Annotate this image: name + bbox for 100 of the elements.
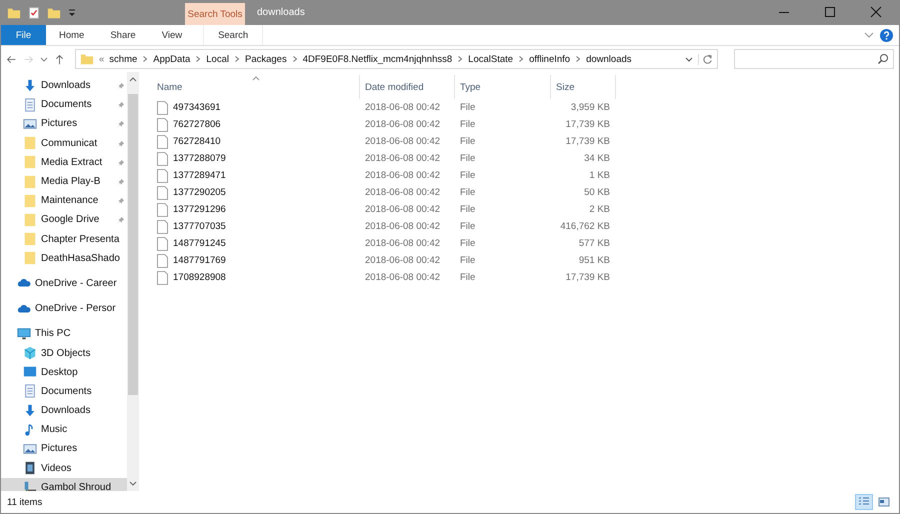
sidebar-item[interactable]: Videos — [1, 458, 127, 478]
pin-icon[interactable] — [118, 101, 125, 108]
table-cell-text: File — [459, 170, 476, 181]
chevron-down-icon[interactable] — [685, 55, 693, 63]
chevron-right-icon[interactable] — [234, 55, 240, 63]
file-icon — [157, 202, 168, 216]
sidebar-item[interactable]: Google Drive — [1, 210, 127, 230]
breadcrumb[interactable]: AppData — [153, 54, 190, 64]
overflow-chevron[interactable]: « — [99, 54, 104, 64]
address-bar[interactable]: « schme AppData Local Packages 4DF9E0F8.Netflix_mcm4njqhnhss8 LocalState offlineInfo downloads — [75, 49, 718, 69]
sidebar-item[interactable]: Maintenance — [1, 191, 127, 210]
chevron-right-icon[interactable] — [292, 55, 298, 63]
back-arrow-icon[interactable] — [6, 54, 17, 64]
refresh-icon[interactable] — [698, 54, 713, 64]
folder-icon[interactable] — [47, 6, 61, 20]
pin-icon[interactable] — [118, 158, 125, 166]
chevron-right-icon[interactable] — [142, 55, 148, 63]
sidebar-item[interactable]: Downloads — [1, 76, 127, 96]
sidebar-item[interactable]: Gambol Shroud — [1, 478, 127, 491]
cube-icon — [23, 346, 37, 360]
file-name[interactable]: 1377289471 — [173, 170, 226, 181]
file-icon — [157, 152, 168, 166]
table-cell-text: File — [459, 221, 476, 232]
sidebar-item[interactable]: Pictures — [1, 439, 127, 459]
help-icon[interactable] — [880, 28, 893, 42]
up-arrow-icon[interactable] — [54, 54, 65, 64]
file-name[interactable]: 762728410 — [173, 136, 221, 147]
scrollbar[interactable] — [127, 72, 139, 491]
table-cell-text: 34 KB — [583, 153, 611, 164]
chevron-right-icon[interactable] — [457, 55, 464, 63]
file-name[interactable]: 497343691 — [173, 102, 221, 113]
file-name[interactable]: 1377291296 — [173, 204, 226, 215]
pin-icon[interactable] — [118, 120, 125, 128]
breadcrumb[interactable]: downloads — [586, 54, 632, 64]
file-name[interactable]: 1377288079 — [173, 153, 226, 164]
breadcrumb[interactable]: schme — [109, 54, 138, 64]
download-arrow-icon — [23, 404, 37, 418]
search-field[interactable] — [734, 49, 894, 69]
file-name[interactable]: 762727806 — [173, 119, 221, 130]
column-header[interactable]: Name — [139, 75, 360, 99]
table-cell-text: 3,959 KB — [570, 102, 611, 113]
ribbon-tab[interactable]: File — [1, 25, 46, 45]
file-name[interactable]: 1377707035 — [173, 221, 226, 232]
pin-icon[interactable] — [118, 197, 125, 204]
sidebar-item[interactable]: Chapter Presenta — [1, 230, 127, 249]
sidebar-item[interactable]: This PC — [1, 324, 127, 344]
properties-icon[interactable] — [27, 6, 41, 20]
folder-icon[interactable] — [7, 6, 21, 20]
scroll-up-icon[interactable] — [129, 76, 137, 84]
table-cell-text: 577 KB — [578, 238, 611, 249]
file-icon — [157, 186, 168, 200]
pin-icon[interactable] — [118, 82, 125, 90]
column-header[interactable]: Type — [455, 75, 551, 99]
table-cell-text: 416,762 KB — [559, 221, 611, 232]
sidebar-item[interactable]: OneDrive - Persor — [1, 299, 127, 318]
scroll-down-icon[interactable] — [129, 479, 137, 487]
details-view-button[interactable] — [855, 494, 873, 510]
sidebar-item[interactable]: Music — [1, 420, 127, 440]
pin-icon[interactable] — [118, 178, 125, 186]
file-name[interactable]: 1708928908 — [173, 272, 226, 283]
sidebar-item[interactable]: Media Play-B — [1, 172, 127, 192]
sidebar-item[interactable]: Documents — [1, 95, 127, 114]
file-name[interactable]: 1377290205 — [173, 187, 226, 198]
sidebar-item[interactable]: Documents — [1, 382, 127, 401]
breadcrumb[interactable]: LocalState — [468, 54, 514, 64]
context-tab-header: Search Tools — [185, 3, 245, 25]
pin-icon[interactable] — [118, 140, 125, 147]
file-name[interactable]: 1487791245 — [173, 238, 226, 249]
monitor-icon — [17, 326, 31, 341]
sidebar-item[interactable]: Communicat — [1, 134, 127, 153]
table-cell-text: 951 KB — [578, 255, 611, 266]
chevron-right-icon[interactable] — [575, 55, 582, 63]
ribbon-tab[interactable]: Search — [203, 25, 264, 45]
column-header[interactable]: Size — [551, 75, 616, 99]
sidebar-item[interactable]: Desktop — [1, 362, 127, 382]
sidebar-item[interactable]: OneDrive - Career — [1, 274, 127, 294]
window-title: downloads — [256, 6, 306, 20]
chevron-down-icon[interactable] — [40, 55, 48, 63]
film-icon — [23, 461, 37, 476]
folder-icon — [23, 212, 37, 227]
breadcrumb[interactable]: Packages — [244, 54, 287, 64]
sidebar-item[interactable]: Media Extract — [1, 152, 127, 172]
breadcrumb[interactable]: 4DF9E0F8.Netflix_mcm4njqhnhss8 — [302, 54, 452, 64]
chevron-right-icon[interactable] — [518, 55, 524, 63]
pin-icon[interactable] — [118, 216, 125, 224]
network-drive-icon — [23, 480, 37, 491]
sidebar-item[interactable]: Downloads — [1, 401, 127, 420]
file-icon — [157, 168, 168, 182]
folder-icon — [23, 232, 37, 246]
table-cell-text: File — [459, 102, 476, 113]
dropdown-icon[interactable] — [67, 8, 77, 18]
sidebar-item[interactable]: Pictures — [1, 114, 127, 134]
sidebar-item[interactable]: DeathHasaShado — [1, 248, 127, 268]
sidebar-item[interactable]: 3D Objects — [1, 343, 127, 363]
table-cell-text: 2018-06-08 00:42 — [364, 153, 442, 164]
breadcrumb[interactable]: Local — [206, 54, 229, 64]
file-name[interactable]: 1487791769 — [173, 255, 226, 266]
chevron-right-icon[interactable] — [195, 55, 202, 63]
column-header[interactable]: Date modified — [360, 75, 455, 99]
breadcrumb[interactable]: offlineInfo — [529, 54, 570, 64]
